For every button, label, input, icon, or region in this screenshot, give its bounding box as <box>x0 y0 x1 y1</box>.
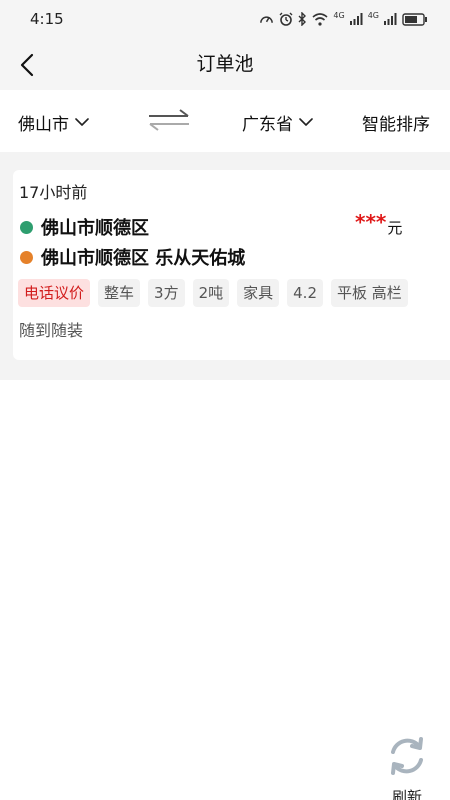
status-time: 4:15 <box>30 10 64 28</box>
tag-weight: 2吨 <box>192 279 230 307</box>
route-origin: 佛山市顺德区 <box>20 214 149 240</box>
status-bar: 4:15 4G 4G <box>0 0 450 38</box>
price-unit: 元 <box>387 219 403 237</box>
tag-truck-type: 平板 高栏 <box>331 279 408 307</box>
swap-route-button[interactable] <box>146 108 192 134</box>
destination-filter-label: 广东省 <box>242 114 293 135</box>
network-4g-label-2: 4G <box>367 10 379 20</box>
chevron-down-icon <box>299 117 313 126</box>
route-origin-text: 佛山市顺德区 <box>41 218 149 239</box>
order-price: *** 元 <box>355 210 402 237</box>
page-title: 订单池 <box>196 53 254 75</box>
tag-truck-length: 4.2 <box>287 279 323 307</box>
route-destination: 佛山市顺德区 乐从天佑城 <box>20 244 245 270</box>
origin-dot-icon <box>20 220 33 234</box>
origin-filter-label: 佛山市 <box>18 114 69 135</box>
alarm-icon <box>279 12 293 26</box>
speedometer-icon <box>260 16 274 23</box>
order-list: 17小时前 佛山市顺德区 佛山市顺德区 乐从天佑城 *** 元 电话议价 整车 … <box>0 152 450 380</box>
route-destination-text: 佛山市顺德区 乐从天佑城 <box>41 248 246 269</box>
order-note: 随到随装 <box>19 321 84 340</box>
sort-filter-label: 智能排序 <box>362 114 430 135</box>
price-masked: *** <box>355 210 387 234</box>
tag-full-truck: 整车 <box>98 279 141 307</box>
battery-icon <box>402 12 427 26</box>
status-icons: 4G 4G <box>259 10 428 26</box>
filter-bar: 佛山市 广东省 智能排序 <box>0 92 450 152</box>
network-4g-label-1: 4G <box>333 10 345 20</box>
destination-dot-icon <box>20 250 33 264</box>
order-time: 17小时前 <box>19 183 88 202</box>
tag-volume: 3方 <box>148 279 185 307</box>
order-tags: 电话议价 整车 3方 2吨 家具 4.2 平板 高栏 <box>18 279 438 307</box>
sort-filter[interactable]: 智能排序 <box>362 92 430 152</box>
title-bar: 订单池 <box>0 38 450 90</box>
origin-filter[interactable]: 佛山市 <box>18 92 89 152</box>
wifi-icon <box>312 12 328 26</box>
tag-cargo-type: 家具 <box>237 279 280 307</box>
chevron-down-icon <box>75 117 89 126</box>
tag-negotiate: 电话议价 <box>18 279 91 307</box>
order-card[interactable]: 17小时前 佛山市顺德区 佛山市顺德区 乐从天佑城 *** 元 电话议价 整车 … <box>13 170 450 360</box>
refresh-icon <box>391 737 423 775</box>
refresh-label: 刷新 <box>391 788 422 800</box>
chevron-left-icon <box>20 53 34 77</box>
refresh-button[interactable]: 刷新 <box>380 734 434 800</box>
signal-bars-icon-1 <box>349 13 363 25</box>
destination-filter[interactable]: 广东省 <box>242 92 313 152</box>
back-button[interactable] <box>10 48 44 82</box>
bluetooth-icon <box>298 12 307 26</box>
signal-bars-icon-2 <box>384 13 397 25</box>
swap-arrows-icon <box>149 109 189 131</box>
